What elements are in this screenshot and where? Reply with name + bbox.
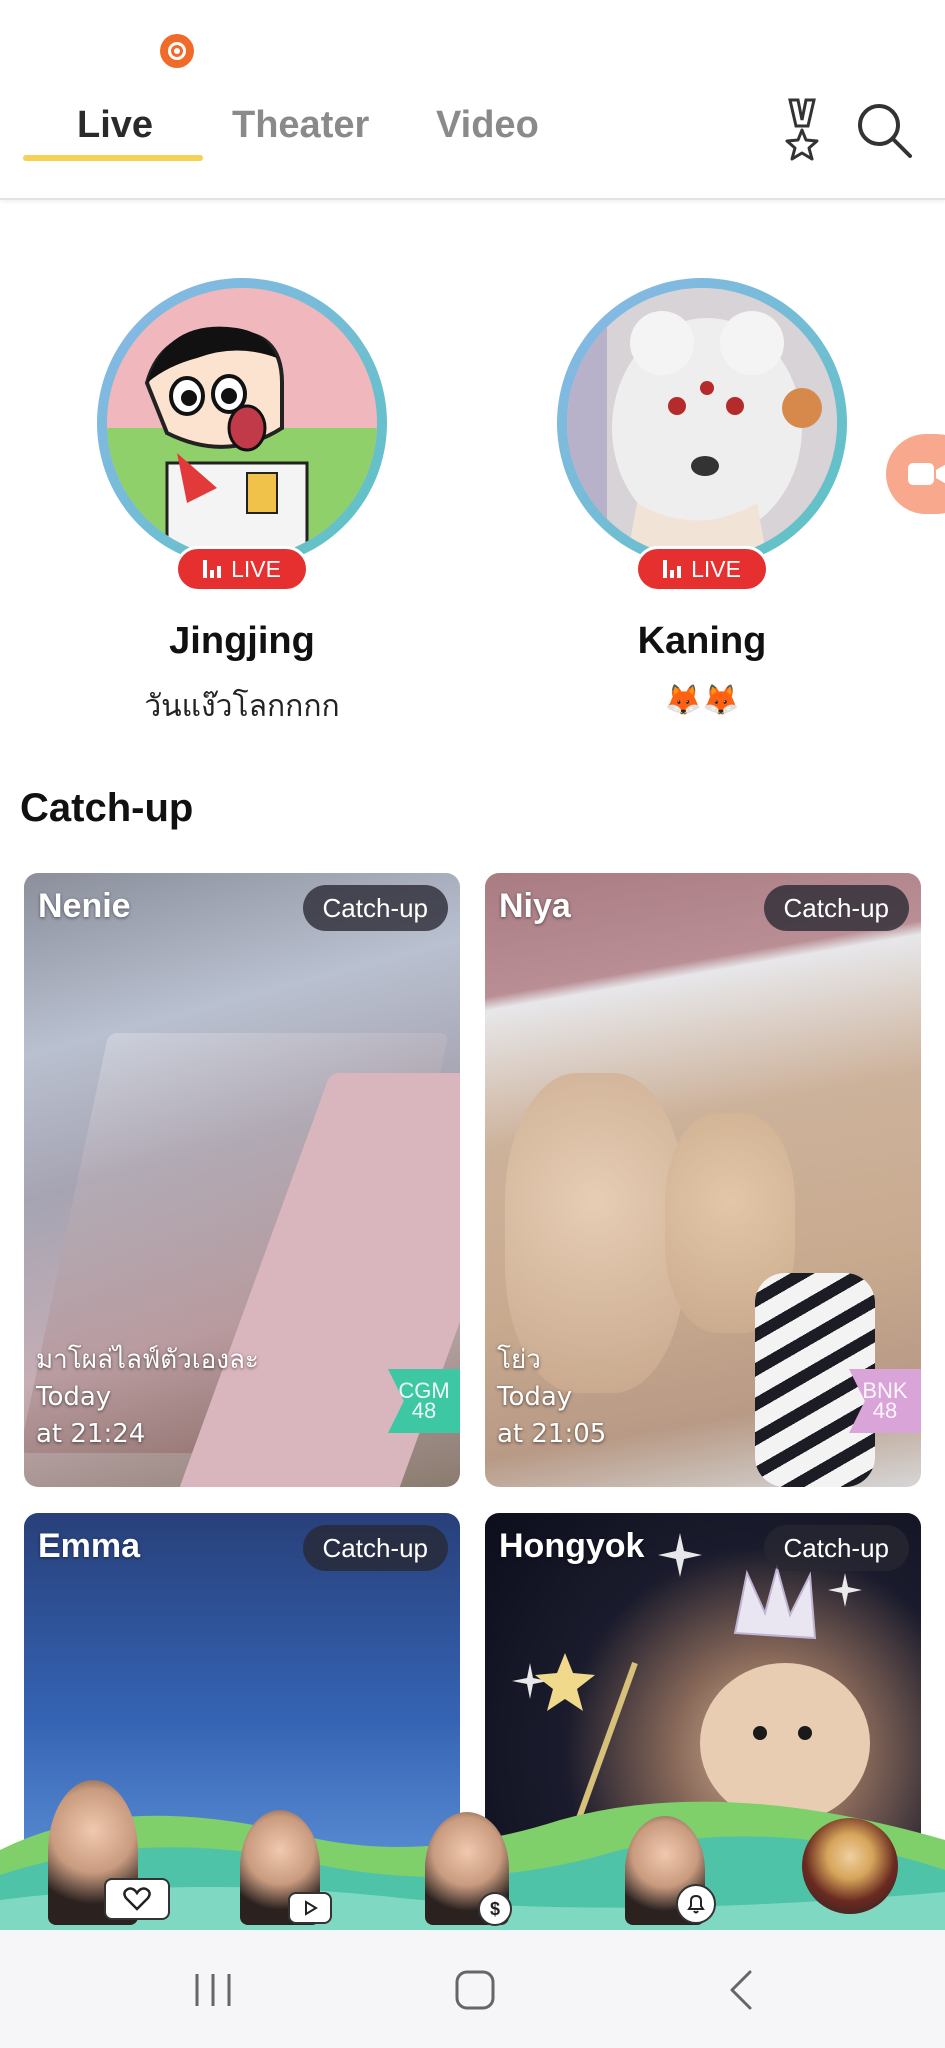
catchup-tag: Catch-up bbox=[302, 1525, 448, 1571]
live-member-card[interactable]: LIVE Kaning 🦊🦊 bbox=[557, 278, 847, 718]
avatar[interactable]: LIVE bbox=[97, 278, 387, 592]
catchup-section-title: Catch-up bbox=[20, 786, 194, 830]
live-badge: LIVE bbox=[635, 546, 769, 592]
live-signal-icon bbox=[203, 560, 222, 578]
top-header: Live Theater Video bbox=[0, 0, 945, 200]
card-time: at 21:24 bbox=[36, 1419, 146, 1449]
avatar-image bbox=[107, 288, 377, 558]
card-date: Today bbox=[36, 1382, 112, 1412]
member-avatar[interactable] bbox=[802, 1818, 898, 1914]
tab-live[interactable]: Live bbox=[77, 104, 153, 147]
camera-icon bbox=[908, 463, 945, 485]
live-badge: LIVE bbox=[175, 546, 309, 592]
catchup-tag: Catch-up bbox=[763, 1525, 909, 1571]
card-caption-text: มาโผล่ไลฟ์ตัวเองละ bbox=[36, 1345, 259, 1375]
catchup-card[interactable]: Niya Catch-up โย่ว Today at 21:05 BNK 48 bbox=[485, 873, 921, 1487]
search-icon[interactable] bbox=[852, 96, 916, 164]
tab-video[interactable]: Video bbox=[436, 104, 539, 147]
live-badge-label: LIVE bbox=[691, 555, 741, 582]
coin-icon[interactable]: $ bbox=[478, 1892, 512, 1926]
catchup-card[interactable]: Nenie Catch-up มาโผล่ไลฟ์ตัวเองละ Today … bbox=[24, 873, 460, 1487]
card-member-name: Hongyok bbox=[499, 1527, 645, 1565]
live-signal-icon bbox=[663, 560, 682, 578]
tab-theater[interactable]: Theater bbox=[232, 104, 369, 147]
member-status: วันแง๊วโลกกกก bbox=[144, 689, 340, 724]
heart-icon[interactable] bbox=[104, 1878, 170, 1920]
card-member-name: Niya bbox=[499, 887, 571, 925]
recent-apps-icon[interactable] bbox=[178, 1960, 248, 2020]
ranking-medal-icon[interactable] bbox=[770, 96, 834, 164]
card-date: Today bbox=[497, 1382, 573, 1412]
member-status: 🦊🦊 bbox=[664, 683, 740, 718]
card-member-name: Nenie bbox=[38, 887, 131, 925]
bell-icon[interactable] bbox=[676, 1884, 716, 1924]
member-stage-strip: $ bbox=[0, 1780, 945, 1930]
member-name: Jingjing bbox=[169, 620, 315, 662]
system-navigation-bar bbox=[0, 1930, 945, 2048]
live-badge-label: LIVE bbox=[231, 555, 281, 582]
avatar-image bbox=[567, 288, 837, 558]
play-video-icon[interactable] bbox=[288, 1892, 332, 1924]
go-live-camera-button[interactable] bbox=[886, 434, 945, 514]
home-icon[interactable] bbox=[440, 1960, 510, 2020]
card-caption: โย่ว Today at 21:05 bbox=[497, 1342, 606, 1453]
member-name: Kaning bbox=[637, 620, 767, 662]
record-live-icon[interactable] bbox=[160, 34, 194, 68]
card-member-name: Emma bbox=[38, 1527, 141, 1565]
catchup-tag: Catch-up bbox=[763, 885, 909, 931]
active-tab-indicator bbox=[23, 155, 203, 161]
back-icon[interactable] bbox=[706, 1960, 776, 2020]
card-caption-text: โย่ว bbox=[497, 1345, 541, 1375]
card-time: at 21:05 bbox=[497, 1419, 607, 1449]
catchup-tag: Catch-up bbox=[302, 885, 448, 931]
live-member-card[interactable]: LIVE Jingjing วันแง๊วโลกกกก bbox=[97, 278, 387, 730]
card-caption: มาโผล่ไลฟ์ตัวเองละ Today at 21:24 bbox=[36, 1342, 259, 1453]
avatar[interactable]: LIVE bbox=[557, 278, 847, 592]
